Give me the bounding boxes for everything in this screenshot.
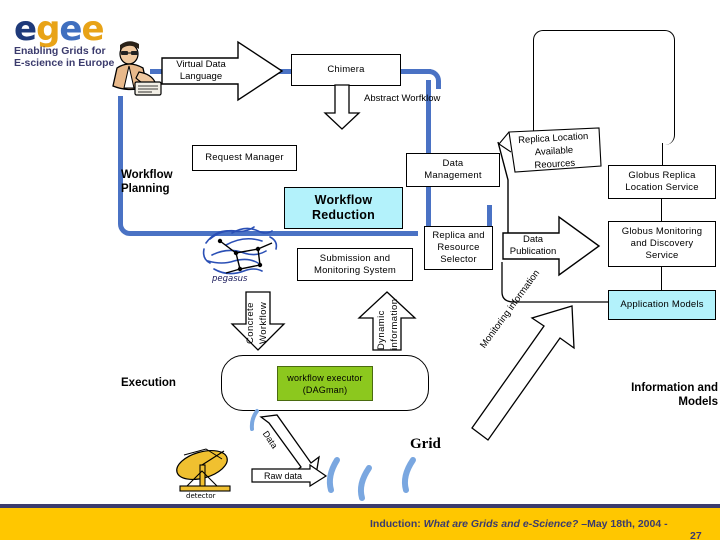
connector-grls-gmds [661, 199, 663, 221]
replica-location-label: Replica Location Available Reources [517, 130, 589, 171]
flow-corner-left-bottom [118, 216, 138, 236]
request-manager-label: Request Manager [205, 152, 284, 163]
workflow-reduction-box[interactable]: Workflow Reduction [284, 187, 403, 229]
request-manager-box[interactable]: Request Manager [192, 145, 297, 171]
pegasus-icon: pegasus [196, 215, 288, 284]
data-publication-label: Data Publication [509, 234, 557, 257]
footer-prefix: Induction: [370, 518, 421, 530]
chimera-label: Chimera [327, 64, 365, 75]
globus-replica-location-box[interactable]: Globus Replica Location Service [608, 165, 716, 199]
pegasus-wordmark: pegasus [211, 274, 248, 284]
footer-page-number: 27 [690, 530, 702, 542]
submission-monitoring-label: Submission and Monitoring System [313, 252, 397, 276]
flow-line-chimera-down [426, 80, 431, 158]
slide-canvas: egee Enabling Grids for E-science in Eur… [0, 0, 720, 542]
application-models-box[interactable]: Application Models [608, 290, 716, 320]
detector-caption: detector [186, 492, 216, 500]
execution-caption: Execution [121, 377, 176, 389]
flow-line-left-vertical [118, 96, 123, 224]
workflow-executor-label: workflow executor (DAGman) [287, 372, 363, 395]
data-management-box[interactable]: Data Management [406, 153, 500, 187]
detector-icon: detector [172, 447, 244, 500]
replica-resource-selector-box[interactable]: Replica and Resource Selector [424, 226, 493, 270]
information-models-caption: Information and Models [631, 382, 718, 408]
monitoring-information-arrow: Monitoring information [470, 268, 590, 445]
footer-title: What are Grids and e-Science? [423, 518, 579, 530]
globus-replica-location-label: Globus Replica Location Service [625, 170, 699, 193]
data-arrow-blue-tick [249, 409, 261, 431]
concrete-workflow-arrow: Concrete Workflow [230, 290, 286, 352]
container-connector-right [662, 143, 664, 165]
globus-monitoring-label: Globus Monitoring and Discovery Service [621, 226, 703, 261]
virtual-data-language-label: Virtual Data Language [176, 59, 226, 82]
workflow-reduction-label: Workflow Reduction [312, 193, 375, 222]
abstract-workflow-label: Abstract Worfklow [364, 93, 441, 104]
grid-resource-marks [325, 457, 425, 501]
footer-text: Induction: What are Grids and e-Science?… [370, 518, 700, 530]
chimera-box[interactable]: Chimera [291, 54, 401, 86]
workflow-planning-caption: Workflow Planning [121, 169, 173, 195]
raw-data-label: Raw data [263, 471, 303, 481]
concrete-workflow-label: Concrete Workflow [245, 301, 269, 344]
application-models-label: Application Models [620, 299, 704, 310]
raw-data-arrow: Raw data [250, 463, 328, 488]
dynamic-information-arrow: Dynamic information [357, 290, 417, 352]
footer-date: –May 18th, 2004 - [581, 518, 668, 530]
virtual-data-language-arrow[interactable]: Virtual Data Language [160, 40, 284, 102]
flow-corner-chimera [421, 69, 441, 89]
dynamic-information-label: Dynamic information [376, 298, 400, 350]
submission-monitoring-box[interactable]: Submission and Monitoring System [297, 248, 413, 281]
replica-resource-selector-label: Replica and Resource Selector [432, 230, 485, 265]
workflow-executor-box[interactable]: workflow executor (DAGman) [277, 366, 373, 401]
abstract-workflow-down-arrow [322, 84, 362, 130]
grid-caption: Grid [410, 436, 441, 452]
connector-gmds-appmodels [661, 267, 663, 290]
globus-monitoring-box[interactable]: Globus Monitoring and Discovery Service [608, 221, 716, 267]
data-management-label: Data Management [424, 158, 482, 181]
